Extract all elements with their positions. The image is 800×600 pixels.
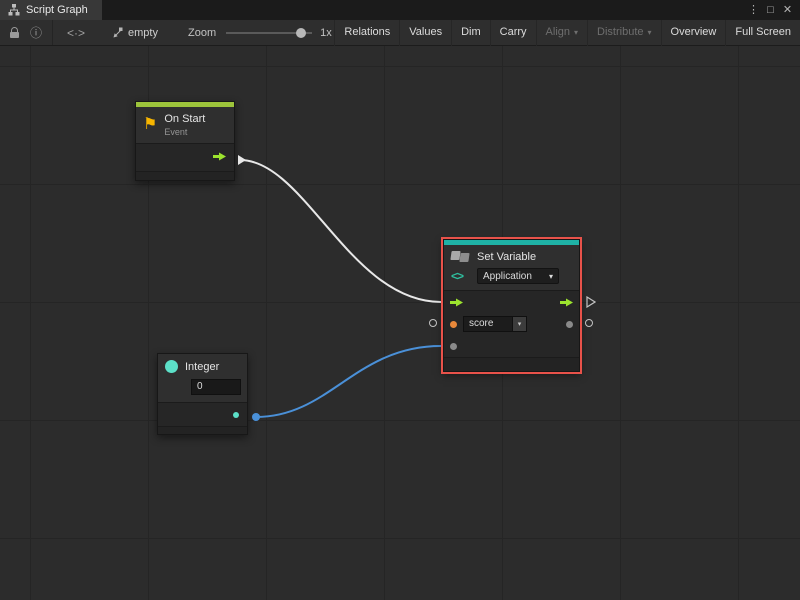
integer-output-port[interactable] [233, 412, 239, 418]
flow-output-port[interactable] [213, 152, 226, 164]
integer-node[interactable]: Integer 0 [157, 353, 248, 435]
carry-button[interactable]: Carry [490, 20, 536, 46]
flow-connection-triangle[interactable] [237, 154, 247, 166]
info-icon[interactable]: ⓘ [30, 24, 42, 41]
overview-button[interactable]: Overview [661, 20, 726, 46]
toolbar-separator [52, 20, 53, 45]
set-variable-node[interactable]: Set Variable <> Application ▾ score ▾ [443, 239, 580, 372]
flow-input-port[interactable] [450, 298, 463, 307]
distribute-label: Distribute [597, 20, 643, 45]
node-title: Set Variable [477, 251, 572, 263]
relations-label: Relations [344, 20, 390, 45]
chevron-down-icon: ▾ [518, 320, 522, 328]
name-input-circle-outline[interactable] [429, 319, 437, 327]
on-start-ports [136, 143, 234, 171]
flow-port-row [444, 291, 579, 313]
integer-ports [158, 402, 247, 426]
close-icon[interactable]: ✕ [779, 0, 796, 20]
code-icon: <> [451, 269, 477, 283]
values-button[interactable]: Values [399, 20, 451, 46]
name-port-row: score ▾ [444, 313, 579, 335]
fullscreen-button[interactable]: Full Screen [725, 20, 800, 46]
toolbar-buttons: Relations Values Dim Carry Align▾ Distri… [334, 20, 800, 46]
maximize-icon[interactable]: □ [762, 0, 779, 20]
inspect-icon[interactable]: <·> [67, 26, 85, 40]
fullscreen-label: Full Screen [735, 20, 791, 45]
variable-name-combo[interactable]: score ▾ [463, 316, 527, 332]
tab-title: Script Graph [26, 4, 88, 16]
dim-label: Dim [461, 20, 481, 45]
window-controls: ⋮ □ ✕ [745, 0, 800, 20]
on-start-node[interactable]: ⚑ On Start Event [135, 101, 235, 181]
value-output-circle-outline[interactable] [585, 319, 593, 327]
align-button[interactable]: Align▾ [536, 20, 587, 46]
value-wire-integer-to-setvariable [256, 346, 441, 417]
align-label: Align [546, 20, 570, 45]
chevron-down-icon: ▾ [648, 20, 652, 45]
graph-toolbar: ⓘ <·> empty Zoom 1x Relations Values Dim… [0, 20, 800, 46]
selection-icon [111, 27, 123, 39]
node-footer [444, 357, 579, 371]
selection-label: empty [128, 27, 158, 39]
graph-canvas[interactable]: ⚑ On Start Event Set Variable <> [0, 46, 800, 600]
variables-icon [451, 251, 471, 262]
values-label: Values [409, 20, 442, 45]
lock-body [10, 32, 19, 38]
distribute-button[interactable]: Distribute▾ [587, 20, 660, 46]
variable-name-field[interactable]: score [463, 316, 513, 332]
zoom-label: Zoom [188, 27, 216, 39]
zoom-slider[interactable] [226, 32, 312, 34]
selection-indicator: empty [111, 27, 158, 39]
lock-icon[interactable] [4, 20, 24, 45]
wire-layer [0, 46, 800, 600]
variables-icon-part [459, 253, 469, 262]
flow-wire-onstart-to-setvariable [240, 160, 441, 302]
flow-output-triangle-outline[interactable] [586, 296, 596, 308]
title-bar: Script Graph ⋮ □ ✕ [0, 0, 800, 20]
script-graph-tab[interactable]: Script Graph [0, 0, 102, 20]
graph-icon [8, 4, 20, 16]
scope-value: Application [483, 271, 532, 282]
value-connection-dot[interactable] [252, 413, 260, 421]
overview-label: Overview [671, 20, 717, 45]
zoom-slider-handle[interactable] [296, 28, 306, 38]
integer-value-field[interactable]: 0 [191, 379, 241, 395]
value-input-port[interactable] [450, 343, 457, 350]
set-variable-ports: score ▾ [444, 290, 579, 357]
relations-button[interactable]: Relations [334, 20, 399, 46]
node-title: On Start [164, 113, 205, 125]
variable-name-dropdown-button[interactable]: ▾ [513, 316, 527, 332]
value-port-row [444, 335, 579, 357]
name-input-port[interactable] [450, 321, 457, 328]
node-title: Integer [185, 361, 219, 373]
kebab-menu-icon[interactable]: ⋮ [745, 0, 762, 20]
node-footer [136, 171, 234, 180]
chevron-down-icon: ▾ [574, 20, 578, 45]
dim-button[interactable]: Dim [451, 20, 490, 46]
flag-icon: ⚑ [143, 117, 157, 133]
carry-label: Carry [500, 20, 527, 45]
flow-output-port[interactable] [560, 298, 573, 307]
node-footer [158, 426, 247, 434]
zoom-value: 1x [320, 27, 332, 39]
value-output-port[interactable] [566, 321, 573, 328]
node-subtitle: Event [164, 127, 205, 137]
chevron-down-icon: ▾ [549, 272, 553, 281]
variable-scope-dropdown[interactable]: Application ▾ [477, 268, 559, 284]
integer-type-icon [165, 360, 178, 373]
